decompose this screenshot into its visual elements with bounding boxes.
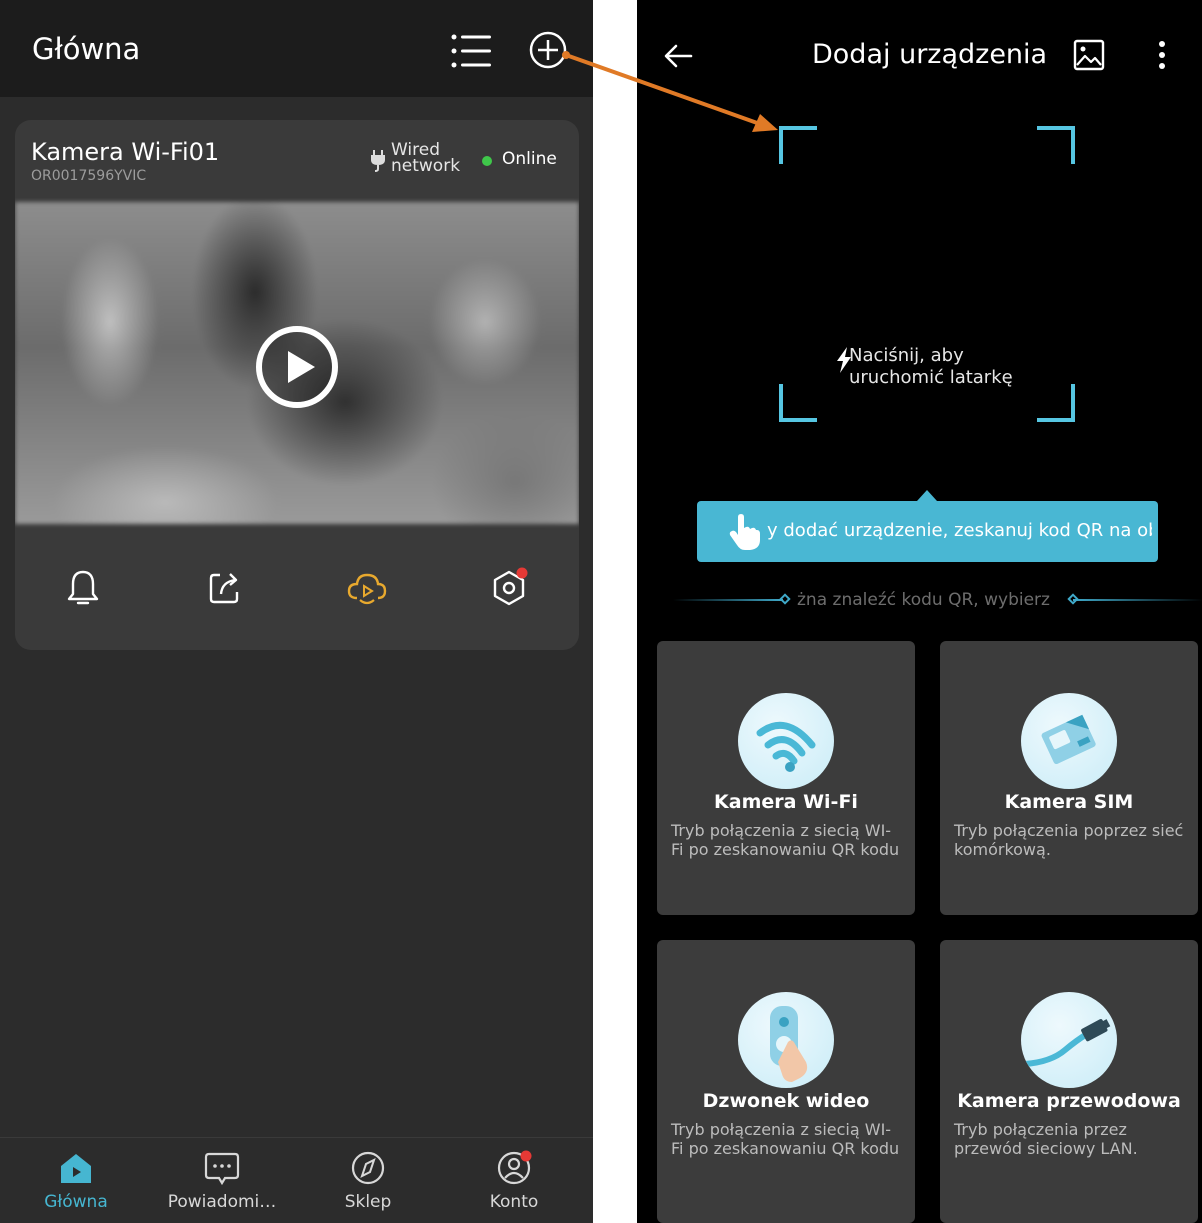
device-name: Kamera Wi-Fi01	[31, 138, 220, 166]
doorbell-icon	[770, 1006, 808, 1082]
nav-item-home[interactable]: Główna	[6, 1150, 146, 1212]
device-type-sim-camera[interactable]: Kamera SIM Tryb połączenia poprzez sieć …	[940, 641, 1198, 915]
device-type-wifi-camera[interactable]: Kamera Wi-Fi Tryb połączenia z siecią WI…	[657, 641, 915, 915]
nav-label-account: Konto	[489, 1192, 539, 1212]
doorbell-illustration	[738, 992, 834, 1088]
play-icon[interactable]	[255, 325, 339, 409]
account-icon	[497, 1150, 532, 1185]
tile-title: Kamera Wi-Fi	[714, 791, 858, 813]
tile-description: Tryb połączenia z siecią WI-Fi po zeskan…	[671, 821, 900, 859]
diamond-icon	[779, 593, 791, 605]
device-id: OR0017596YVIC	[31, 168, 147, 184]
page-title: Główna	[32, 32, 141, 66]
lan-cable-icon	[1022, 1019, 1111, 1067]
connection-type: Wired network	[391, 142, 461, 176]
scan-frame-corner	[1037, 384, 1075, 422]
page-title: Dodaj urządzenia	[812, 39, 1048, 70]
sim-card-icon	[1041, 714, 1096, 764]
cloud-playback-icon[interactable]	[345, 566, 389, 610]
flashlight-hint-line-2: uruchomić latarkę	[849, 367, 1013, 388]
more-options-icon[interactable]	[1153, 38, 1171, 72]
tile-title: Dzwonek wideo	[702, 1090, 870, 1112]
share-icon[interactable]	[203, 566, 247, 610]
message-icon	[204, 1152, 240, 1186]
flashlight-hint-line-1: Naciśnij, aby	[849, 345, 964, 366]
hand-pointer-icon	[729, 514, 760, 550]
scan-frame-corner	[1037, 126, 1075, 164]
nav-label-notifications: Powiadomi…	[167, 1192, 277, 1212]
tile-title: Kamera przewodowa	[957, 1090, 1181, 1112]
compass-icon	[351, 1151, 385, 1185]
gallery-icon[interactable]	[1072, 38, 1106, 72]
app-header: Główna	[0, 0, 593, 97]
status-dot	[482, 156, 492, 166]
scan-frame-corner	[779, 126, 817, 164]
tile-description: Tryb połączenia z siecią WI-Fi po zeskan…	[671, 1120, 900, 1158]
tooltip-text: y dodać urządzenie, zeskanuj kod QR na o…	[767, 520, 1152, 541]
divider-text: żna znaleźć kodu QR, wybierz	[797, 590, 1050, 610]
divider-line	[673, 599, 783, 601]
wifi-camera-illustration	[738, 693, 834, 789]
tile-description: Tryb połączenia poprzez sieć komórkową.	[954, 821, 1184, 859]
scan-frame-corner	[779, 384, 817, 422]
flashlight-hint[interactable]: Naciśnij, aby uruchomić latarkę	[849, 345, 1029, 389]
divider-line	[1073, 599, 1202, 601]
tooltip-pointer	[917, 490, 937, 501]
nav-item-account[interactable]: Konto	[444, 1150, 584, 1212]
settings-icon[interactable]	[487, 566, 531, 610]
add-device-icon[interactable]	[528, 30, 568, 70]
connection-line-2: network	[391, 156, 461, 176]
home-icon	[61, 1154, 91, 1183]
nav-label-shop: Sklep	[344, 1192, 392, 1212]
nav-label-home: Główna	[44, 1192, 108, 1212]
back-arrow-icon[interactable]	[663, 42, 693, 70]
device-card[interactable]: Kamera Wi-Fi01 OR0017596YVIC Wired netwo…	[15, 120, 579, 650]
bottom-navigation: Główna Powiadomi… Sklep Konto	[0, 1137, 593, 1223]
device-actions	[15, 560, 579, 620]
wired-camera-illustration	[1021, 992, 1117, 1088]
bell-icon[interactable]	[61, 566, 105, 610]
home-screen: Główna Kamera Wi-Fi01 OR0017596YVIC Wire…	[0, 0, 593, 1223]
tile-description: Tryb połączenia przez przewód sieciowy L…	[954, 1120, 1138, 1158]
plug-icon	[371, 150, 385, 172]
section-divider: żna znaleźć kodu QR, wybierz	[673, 590, 1202, 610]
nav-item-shop[interactable]: Sklep	[298, 1150, 438, 1212]
device-type-wired-camera[interactable]: Kamera przewodowa Tryb połączenia przez …	[940, 940, 1198, 1223]
status-badge: Online	[502, 149, 557, 169]
add-device-screen: Dodaj urządzenia Naciśnij, aby uruchomić…	[637, 0, 1202, 1223]
device-type-video-doorbell[interactable]: Dzwonek wideo Tryb połączenia z siecią W…	[657, 940, 915, 1223]
list-view-icon[interactable]	[449, 31, 493, 71]
wifi-icon	[756, 721, 816, 772]
scan-tooltip: y dodać urządzenie, zeskanuj kod QR na o…	[697, 501, 1158, 562]
tile-title: Kamera SIM	[1004, 791, 1134, 813]
sim-camera-illustration	[1021, 693, 1117, 789]
nav-item-notifications[interactable]: Powiadomi…	[152, 1150, 292, 1212]
